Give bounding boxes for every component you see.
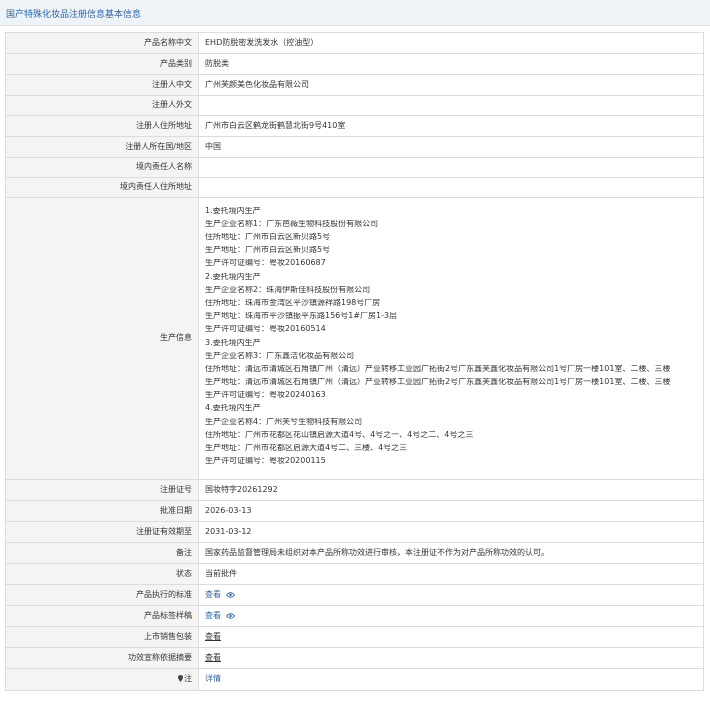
row-label: 注册人外文	[5, 95, 199, 116]
note-label-cell: 注	[5, 668, 199, 691]
row-label: 注册证有效期至	[5, 521, 199, 543]
table-row: 境内责任人住所地址	[5, 177, 704, 198]
row-label: 生产信息	[5, 197, 199, 480]
row-label: 产品执行的标准	[5, 584, 199, 606]
valid-until-value: 2031-03-12	[198, 521, 704, 543]
production-line: 生产地址：广州市白云区新贝路5号	[205, 246, 331, 255]
production-line: 生产许可证编号：粤妆20160514	[205, 325, 326, 334]
table-row: 注册证号 国妆特字20261292	[5, 479, 704, 501]
production-line: 生产企业名称4：广州芙兮生物科技有限公司	[205, 417, 363, 426]
table-row: 注册人所在国/地区 中国	[5, 136, 704, 158]
view-label-sample-link[interactable]: 查看	[205, 611, 235, 620]
production-line: 生产地址：清远市清城区石角镇广州（清远）产业转移工业园广拓街2号广东鑫芙鑫化妆品…	[205, 378, 671, 387]
registrant-en-value	[198, 95, 704, 116]
production-line: 1.委托境内生产	[205, 206, 261, 215]
production-line: 生产许可证编号：粤妆20160687	[205, 259, 326, 268]
production-line: 住所地址：广州市花都区花山镇启源大道4号、4号之一、4号之二、4号之三	[205, 430, 474, 439]
page-title: 国产特殊化妆品注册信息基本信息	[6, 10, 142, 20]
registrant-value: 广州芙颜美色化妆品有限公司	[198, 74, 704, 96]
registrant-country-value: 中国	[198, 136, 704, 158]
table-row: 产品类别 防脱类	[5, 53, 704, 75]
table-row: 产品执行的标准 查看	[5, 584, 704, 606]
production-line: 生产许可证编号：粤妆20240163	[205, 391, 326, 400]
pin-icon	[178, 675, 183, 683]
eye-icon	[225, 612, 235, 619]
view-efficacy-summary-link[interactable]: 查看	[205, 653, 221, 662]
status-value: 当前批件	[198, 563, 704, 585]
row-label: 产品标签样稿	[5, 605, 199, 627]
row-label: 境内责任人住所地址	[5, 177, 199, 198]
row-label: 状态	[5, 563, 199, 585]
row-label: 注册人所在国/地区	[5, 136, 199, 158]
production-line: 3.委托境内生产	[205, 338, 261, 347]
row-label: 注册人住所地址	[5, 115, 199, 137]
product-category-value: 防脱类	[198, 53, 704, 75]
note-cell: 详情	[198, 668, 704, 691]
row-label: 注册人中文	[5, 74, 199, 96]
product-name-value: EHD防脱密发洗发水（控油型）	[198, 32, 704, 54]
view-standard-link[interactable]: 查看	[205, 590, 235, 599]
note-label: 注	[184, 674, 192, 684]
production-line: 住所地址：广州市白云区新贝路5号	[205, 233, 331, 241]
table-row: 状态 当前批件	[5, 563, 704, 585]
table-row: 生产信息 1.委托境内生产 生产企业名称1：广东芭薇生物科技股份有限公司 住所地…	[5, 197, 704, 480]
approval-date-value: 2026-03-13	[198, 500, 704, 522]
table-row: 功效宣称依据摘要 查看	[5, 647, 704, 669]
production-line: 4.委托境内生产	[205, 404, 261, 413]
view-sales-package-link[interactable]: 查看	[205, 632, 221, 641]
production-line: 2.委托境内生产	[205, 272, 261, 281]
row-label: 备注	[5, 542, 199, 564]
production-line: 生产地址：广州市花都区启源大道4号二、三楼、4号之三	[205, 444, 408, 452]
reg-no-value: 国妆特字20261292	[198, 479, 704, 501]
table-row: 备注 国家药品监督管理局未组织对本产品所称功效进行审核，本注册证不作为对产品所称…	[5, 542, 704, 564]
view-standard-label: 查看	[205, 589, 221, 599]
production-line: 生产企业名称2：珠海伊斯佳科技股份有限公司	[205, 285, 371, 294]
production-line: 生产企业名称3：广东鑫洁化妆品有限公司	[205, 351, 355, 360]
table-row: 境内责任人名称	[5, 157, 704, 178]
production-line: 生产许可证编号：粤妆20200115	[205, 457, 326, 466]
production-info: 1.委托境内生产 生产企业名称1：广东芭薇生物科技股份有限公司 住所地址：广州市…	[198, 197, 704, 480]
view-label-sample-label: 查看	[205, 610, 221, 620]
production-line: 住所地址：珠海市金湾区平沙镇源祥路198号厂房	[205, 298, 381, 307]
table-row: 注册人外文	[5, 95, 704, 116]
info-table: 产品名称中文 EHD防脱密发洗发水（控油型） 产品类别 防脱类 注册人中文 广州…	[5, 32, 704, 691]
sales-package-cell: 查看	[198, 626, 704, 648]
row-label: 功效宣称依据摘要	[5, 647, 199, 669]
table-row: 注 详情	[5, 668, 704, 691]
label-sample-cell: 查看	[198, 605, 704, 627]
product-standard-cell: 查看	[198, 584, 704, 606]
domestic-agent-address-value	[198, 177, 704, 198]
table-row: 产品标签样稿 查看	[5, 605, 704, 627]
table-row: 注册证有效期至 2031-03-12	[5, 521, 704, 543]
table-row: 注册人住所地址 广州市白云区鹤龙街鹤慧北街9号410室	[5, 115, 704, 137]
table-row: 注册人中文 广州芙颜美色化妆品有限公司	[5, 74, 704, 96]
efficacy-summary-cell: 查看	[198, 647, 704, 669]
row-label: 产品类别	[5, 53, 199, 75]
production-line: 生产地址：珠海市平沙镇振平东路156号1#厂房1-3层	[205, 312, 398, 321]
production-line: 生产企业名称1：广东芭薇生物科技股份有限公司	[205, 219, 379, 228]
table-row: 上市销售包装 查看	[5, 626, 704, 648]
remark-value: 国家药品监督管理局未组织对本产品所称功效进行审核，本注册证不作为对产品所称功效的…	[198, 542, 704, 564]
row-label: 上市销售包装	[5, 626, 199, 648]
domestic-agent-value	[198, 157, 704, 178]
row-label: 注册证号	[5, 479, 199, 501]
row-label: 批准日期	[5, 500, 199, 522]
eye-icon	[225, 591, 235, 598]
production-line: 住所地址：清远市清城区石角镇广州（清远）产业转移工业园广拓街2号广东鑫芙鑫化妆品…	[205, 364, 671, 373]
page-header: 国产特殊化妆品注册信息基本信息	[0, 0, 710, 26]
row-label: 境内责任人名称	[5, 157, 199, 178]
row-label: 产品名称中文	[5, 32, 199, 54]
table-row: 批准日期 2026-03-13	[5, 500, 704, 522]
table-row: 产品名称中文 EHD防脱密发洗发水（控油型）	[5, 32, 704, 54]
registrant-address-value: 广州市白云区鹤龙街鹤慧北街9号410室	[198, 115, 704, 137]
details-link[interactable]: 详情	[205, 674, 221, 683]
